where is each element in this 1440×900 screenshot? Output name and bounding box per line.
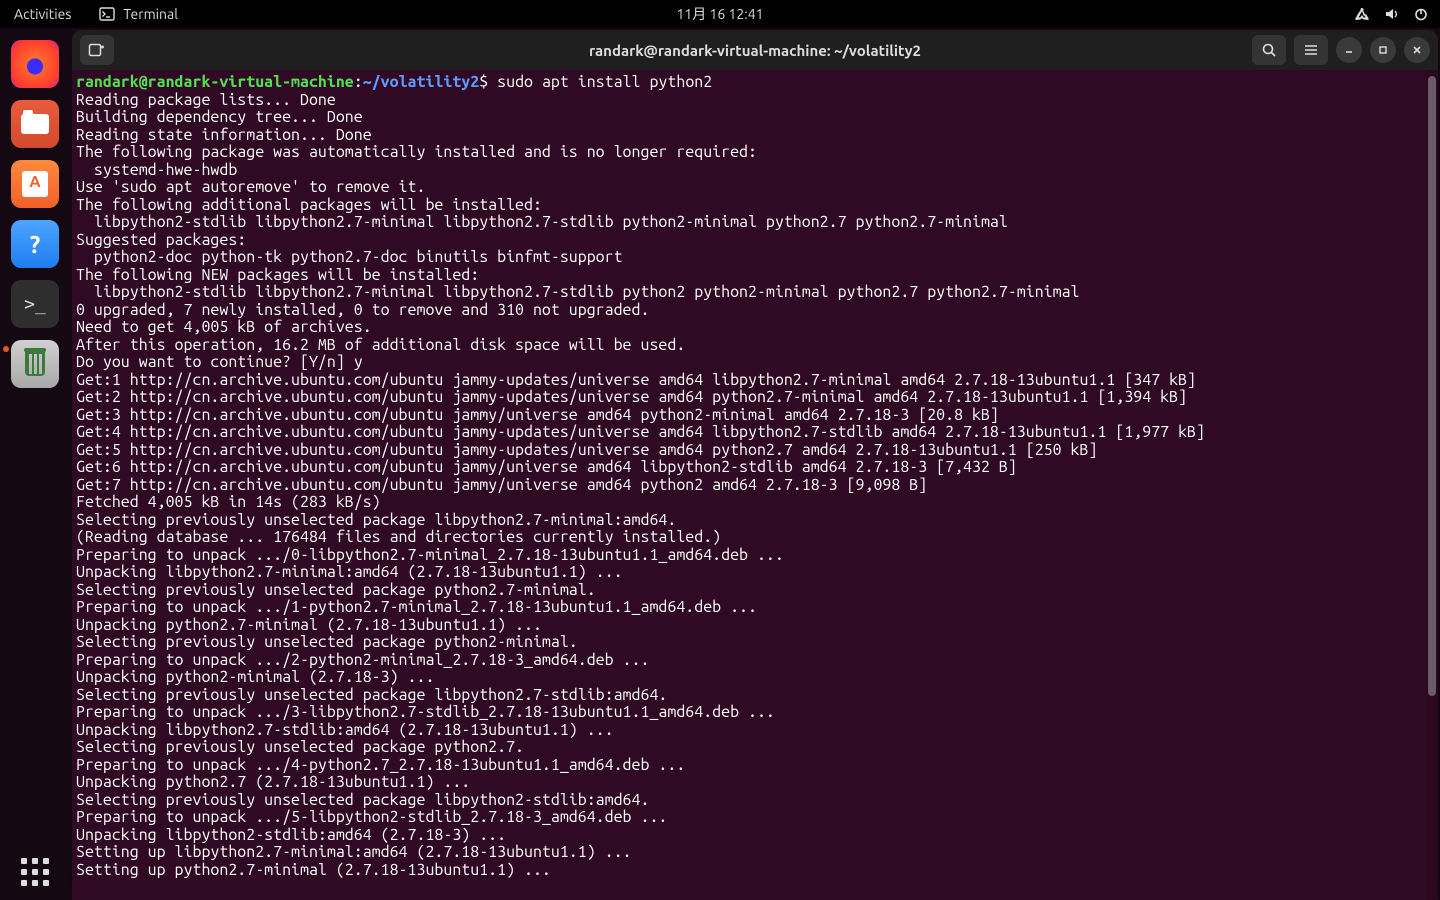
terminal-indicator-icon: [99, 7, 115, 21]
terminal-window: randark@randark-virtual-machine: ~/volat…: [72, 30, 1438, 900]
volume-icon: [1384, 7, 1400, 21]
new-tab-button[interactable]: [80, 35, 114, 65]
firefox-icon[interactable]: [11, 40, 59, 88]
gnome-topbar: Activities Terminal 11月 16 12:41: [0, 0, 1440, 28]
prompt-sep: :: [354, 73, 363, 91]
window-title: randark@randark-virtual-machine: ~/volat…: [72, 42, 1438, 59]
terminal-header: randark@randark-virtual-machine: ~/volat…: [72, 30, 1438, 70]
close-button[interactable]: [1404, 37, 1430, 63]
app-indicator-label: Terminal: [123, 6, 178, 22]
terminal-scrollbar[interactable]: [1426, 70, 1438, 900]
prompt-sigil: $: [479, 73, 488, 91]
help-icon[interactable]: ?: [11, 220, 59, 268]
activities-button[interactable]: Activities: [14, 6, 71, 22]
trash-icon[interactable]: [11, 340, 59, 388]
power-icon: [1414, 7, 1428, 21]
window-controls: [1252, 35, 1430, 65]
scroll-thumb[interactable]: [1428, 76, 1436, 696]
terminal-output[interactable]: randark@randark-virtual-machine:~/volati…: [76, 74, 1438, 879]
ubuntu-software-icon[interactable]: [11, 160, 59, 208]
active-app-dot: [3, 346, 9, 352]
network-icon: [1354, 7, 1370, 21]
terminal-dock-icon[interactable]: >_: [11, 280, 59, 328]
minimize-button[interactable]: [1336, 37, 1362, 63]
clock[interactable]: 11月 16 12:41: [676, 4, 763, 24]
app-indicator[interactable]: Terminal: [99, 6, 178, 22]
hamburger-menu-button[interactable]: [1294, 35, 1328, 65]
prompt-user-host: randark@randark-virtual-machine: [76, 73, 354, 91]
files-icon[interactable]: [11, 100, 59, 148]
terminal-body[interactable]: randark@randark-virtual-machine:~/volati…: [72, 70, 1438, 900]
topbar-left-group: Activities Terminal: [14, 6, 178, 22]
prompt-path: ~/volatility2: [363, 73, 479, 91]
entered-command: sudo apt install python2: [497, 73, 712, 91]
search-button[interactable]: [1252, 35, 1286, 65]
status-area[interactable]: [1354, 0, 1428, 28]
show-applications-button[interactable]: [0, 858, 70, 886]
maximize-button[interactable]: [1370, 37, 1396, 63]
ubuntu-dock: ? >_: [0, 28, 70, 900]
